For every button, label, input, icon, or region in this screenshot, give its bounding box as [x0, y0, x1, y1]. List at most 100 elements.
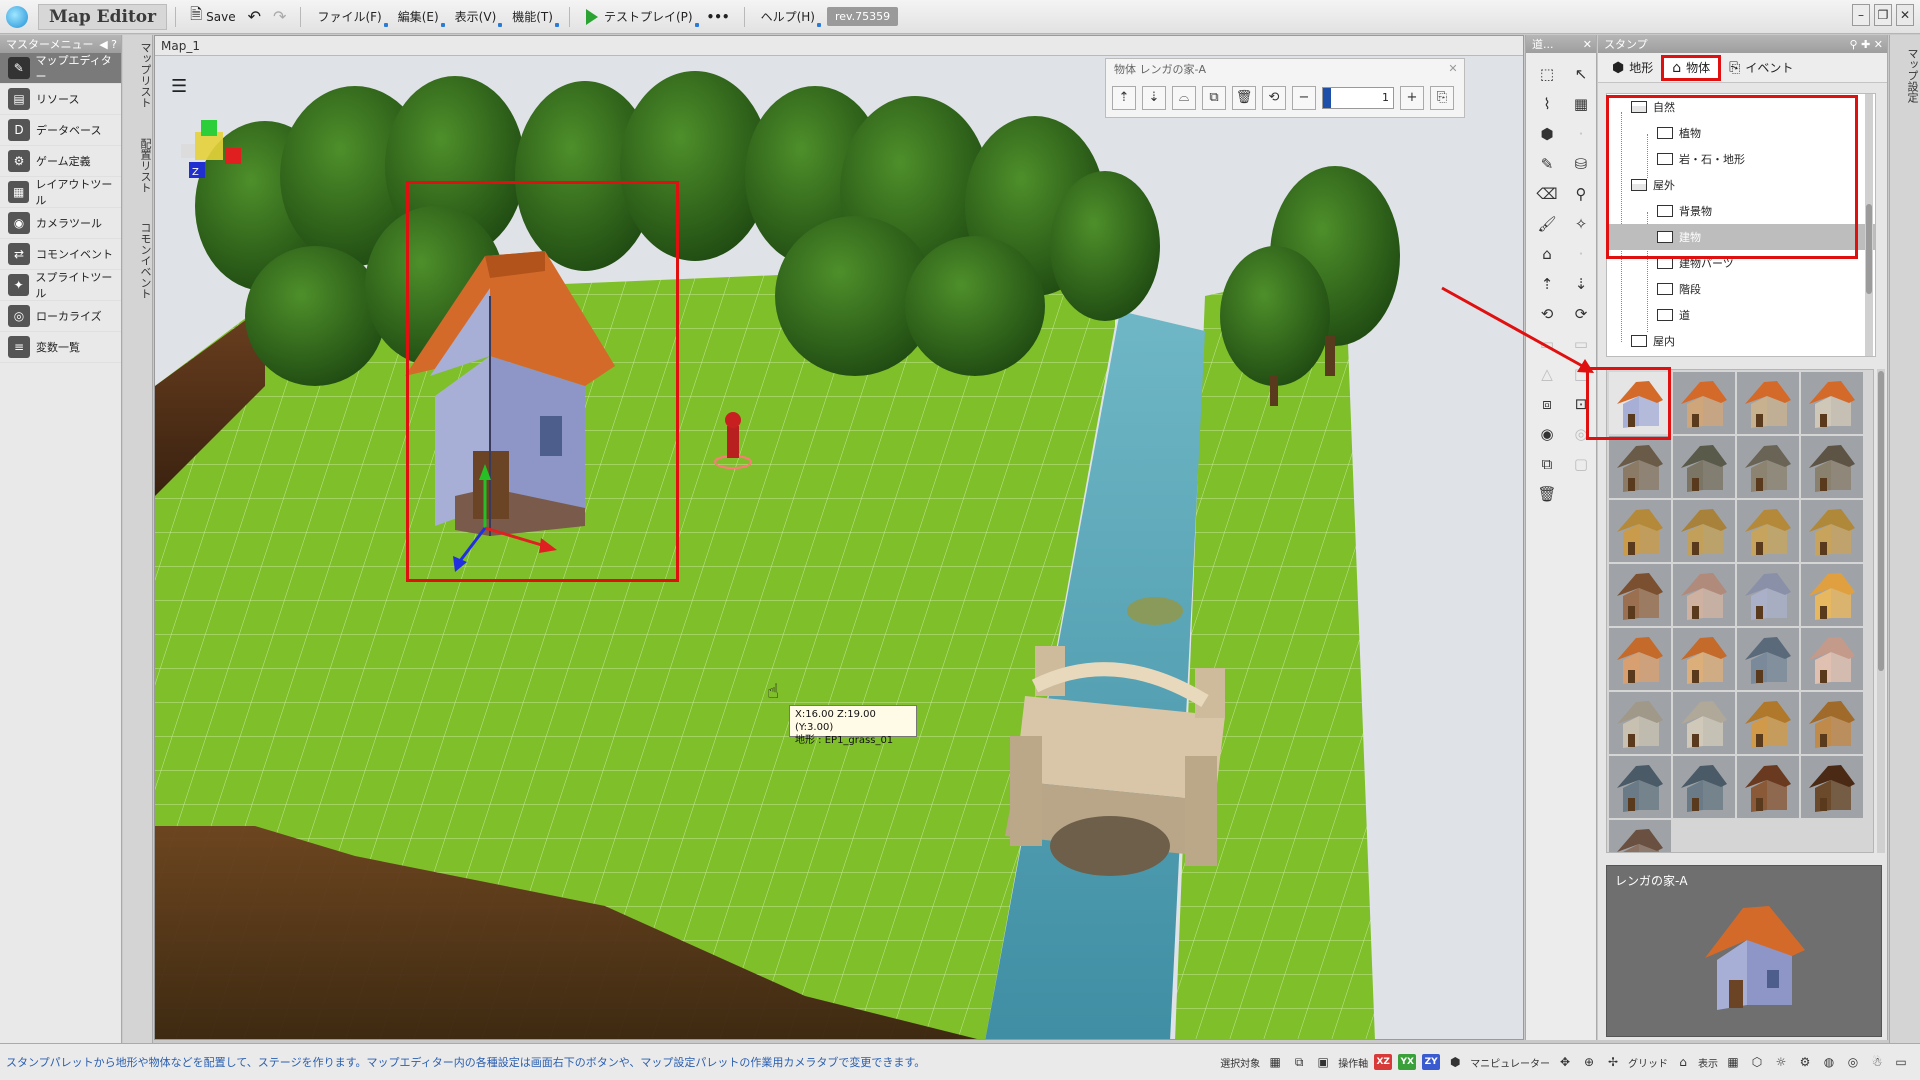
- tree-item-buildings[interactable]: 建物: [1607, 224, 1875, 250]
- thumbnail-scrollbar[interactable]: [1877, 369, 1885, 853]
- camera-tool[interactable]: ◉: [1532, 419, 1562, 449]
- map-scene[interactable]: [155, 56, 1524, 1040]
- scale-gizmo-icon[interactable]: ✢: [1604, 1053, 1622, 1071]
- delete-tool[interactable]: 🗑: [1532, 479, 1562, 509]
- fill-tool[interactable]: ⛁: [1566, 149, 1596, 179]
- move-gizmo-icon[interactable]: ✥: [1556, 1053, 1574, 1071]
- display-sphere-icon[interactable]: ◎: [1844, 1053, 1862, 1071]
- search-icon[interactable]: ⚲: [1850, 38, 1858, 51]
- master-item-layout[interactable]: ▦ レイアウトツール: [0, 177, 121, 208]
- testplay-button[interactable]: テストプレイ(P): [578, 4, 701, 30]
- tab-terrain[interactable]: ⬢ 地形: [1604, 55, 1661, 81]
- master-item-game-def[interactable]: ⚙ ゲーム定義: [0, 146, 121, 177]
- master-item-localize[interactable]: ◎ ローカライズ: [0, 301, 121, 332]
- stamp-thumbnail[interactable]: [1673, 564, 1735, 626]
- maximize-button[interactable]: ❐: [1874, 4, 1892, 26]
- master-item-sprite[interactable]: ✦ スプライトツール: [0, 270, 121, 301]
- rotate-tool[interactable]: ⟲: [1532, 299, 1562, 329]
- tab-map-list[interactable]: マップリスト: [123, 35, 153, 115]
- node-tool[interactable]: ⊡: [1566, 389, 1596, 419]
- tree-item-building-parts[interactable]: 建物パーツ: [1607, 250, 1875, 276]
- brush-tool[interactable]: 🖌: [1532, 209, 1562, 239]
- lower-tool[interactable]: ⇣: [1566, 269, 1596, 299]
- duplicate-object-button[interactable]: ⧉: [1202, 86, 1226, 110]
- tree-item-indoor[interactable]: 屋内: [1607, 328, 1875, 354]
- stamp-thumbnail[interactable]: [1737, 756, 1799, 818]
- collapse-icon[interactable]: ◀: [99, 38, 107, 51]
- eraser-tool[interactable]: ⌫: [1532, 179, 1562, 209]
- display-light-icon[interactable]: ☼: [1772, 1053, 1790, 1071]
- master-item-common-event[interactable]: ⇄ コモンイベント: [0, 239, 121, 270]
- axis-xz-button[interactable]: XZ: [1374, 1054, 1393, 1070]
- rect-select-tool[interactable]: ⬚: [1532, 59, 1562, 89]
- cube-tool[interactable]: ⬢: [1532, 119, 1562, 149]
- stamp-thumbnail[interactable]: [1801, 372, 1863, 434]
- stamp-thumbnail[interactable]: [1609, 692, 1671, 754]
- move-tool[interactable]: ⧈: [1532, 389, 1562, 419]
- display-box-icon[interactable]: ▭: [1892, 1053, 1910, 1071]
- smooth-tool[interactable]: ✧: [1566, 209, 1596, 239]
- stamp-thumbnail[interactable]: [1737, 692, 1799, 754]
- increment-button[interactable]: +: [1400, 86, 1424, 110]
- menu-file[interactable]: ファイル(F): [309, 4, 389, 30]
- tree-item-roads[interactable]: 道: [1607, 302, 1875, 328]
- stamp-thumbnail[interactable]: [1801, 564, 1863, 626]
- stamp-thumbnail[interactable]: [1609, 564, 1671, 626]
- copy-tool[interactable]: ⧉: [1532, 449, 1562, 479]
- tree-item-rocks[interactable]: 岩・石・地形: [1607, 146, 1875, 172]
- lasso-tool[interactable]: ⌇: [1532, 89, 1562, 119]
- help-icon[interactable]: ?: [111, 38, 117, 51]
- tree-scroll-thumb[interactable]: [1866, 204, 1872, 294]
- minimize-button[interactable]: –: [1852, 4, 1870, 26]
- pencil-tool[interactable]: ✎: [1532, 149, 1562, 179]
- rotate-gizmo-icon[interactable]: ⊕: [1580, 1053, 1598, 1071]
- menu-view[interactable]: 表示(V): [447, 4, 505, 30]
- stamp-thumbnail[interactable]: [1673, 628, 1735, 690]
- stamp-thumbnail[interactable]: [1673, 500, 1735, 562]
- tree-item-stairs[interactable]: 階段: [1607, 276, 1875, 302]
- stamp-thumbnail[interactable]: [1737, 564, 1799, 626]
- stamp-thumbnail[interactable]: [1673, 692, 1735, 754]
- map-viewport[interactable]: Map_1 ☰ Z 物体 レンガの家-A ✕ ⇡ ⇣ ⌓ ⧉ 🗑 ⟲ − 1 +…: [154, 35, 1524, 1040]
- menu-help[interactable]: ヘルプ(H): [753, 4, 823, 30]
- more-button[interactable]: •••: [701, 4, 736, 30]
- delete-object-button[interactable]: 🗑: [1232, 86, 1256, 110]
- menu-edit[interactable]: 編集(E): [390, 4, 447, 30]
- master-item-variables[interactable]: ≡ 変数一覧: [0, 332, 121, 363]
- cube-view-icon[interactable]: ⬢: [1446, 1053, 1464, 1071]
- layer-select-icon[interactable]: ▣: [1314, 1053, 1332, 1071]
- eyedropper-tool[interactable]: ⚲: [1566, 179, 1596, 209]
- master-item-camera[interactable]: ◉ カメラツール: [0, 208, 121, 239]
- rotate-object-button[interactable]: ⟲: [1262, 86, 1286, 110]
- stamp-thumbnail[interactable]: [1673, 372, 1735, 434]
- tab-object[interactable]: ⌂ 物体: [1661, 54, 1722, 81]
- stamp-thumbnail[interactable]: [1609, 820, 1671, 852]
- stamp-thumbnail[interactable]: [1673, 756, 1735, 818]
- stamp-thumbnail[interactable]: [1801, 692, 1863, 754]
- stamp-thumbnail[interactable]: [1801, 628, 1863, 690]
- grid-select-icon[interactable]: ▦: [1266, 1053, 1284, 1071]
- display-globe-icon[interactable]: ◍: [1820, 1053, 1838, 1071]
- tab-common-event[interactable]: コモンイベント: [123, 215, 153, 305]
- master-item-resource[interactable]: ▤ リソース: [0, 84, 121, 115]
- close-icon[interactable]: ✕: [1583, 38, 1592, 51]
- stamp-thumbnail[interactable]: [1609, 628, 1671, 690]
- display-settings-icon[interactable]: ⚙: [1796, 1053, 1814, 1071]
- stamp-thumbnail[interactable]: [1801, 436, 1863, 498]
- save-button[interactable]: 🗎 Save: [184, 4, 242, 30]
- stamp-thumbnail[interactable]: [1609, 756, 1671, 818]
- stamp-thumbnail[interactable]: [1609, 372, 1671, 434]
- master-item-database[interactable]: D データベース: [0, 115, 121, 146]
- ground-object-button[interactable]: ⌓: [1172, 86, 1196, 110]
- tab-map-settings[interactable]: マップ設定: [1890, 35, 1920, 115]
- raise-tool[interactable]: ⇡: [1532, 269, 1562, 299]
- menu-tools[interactable]: 機能(T): [504, 4, 561, 30]
- stamp-thumbnail[interactable]: [1609, 436, 1671, 498]
- close-icon[interactable]: ✕: [1874, 38, 1883, 51]
- thumbnail-scroll-thumb[interactable]: [1878, 371, 1884, 671]
- tree-item-nature[interactable]: 自然: [1607, 94, 1875, 120]
- stamp-thumbnail[interactable]: [1737, 436, 1799, 498]
- tree-item-outdoor[interactable]: 屋外: [1607, 172, 1875, 198]
- grid-tool[interactable]: ▦: [1566, 89, 1596, 119]
- lower-object-button[interactable]: ⇣: [1142, 86, 1166, 110]
